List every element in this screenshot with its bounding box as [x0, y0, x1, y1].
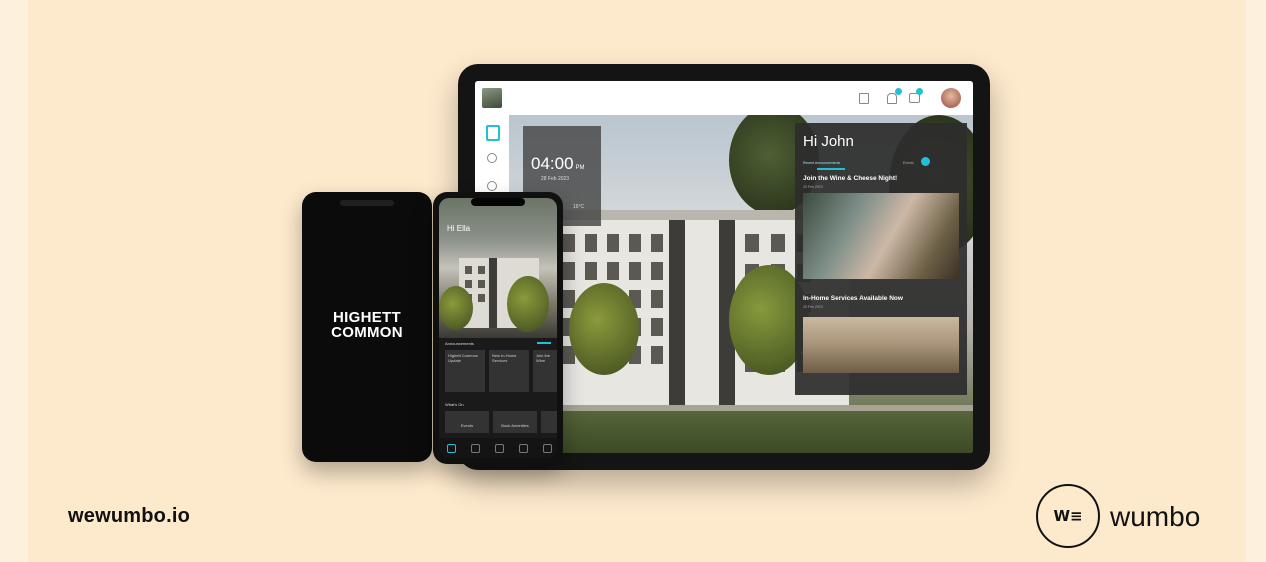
- announcement-title[interactable]: Join the Wine & Cheese Night!: [803, 175, 897, 182]
- search-icon[interactable]: [487, 153, 497, 163]
- in-home-services-photo[interactable]: [803, 317, 959, 373]
- avatar[interactable]: [941, 88, 961, 108]
- amenities-nav-icon[interactable]: [471, 444, 480, 453]
- tab-announcements[interactable]: Recent Announcements: [803, 161, 840, 165]
- notification-badge: [895, 88, 902, 95]
- announcement-tile[interactable]: New In-Home Services: [489, 350, 529, 392]
- announcement-title[interactable]: In-Home Services Available Now: [803, 295, 903, 302]
- messages-nav-icon[interactable]: [519, 444, 528, 453]
- building-logo-icon[interactable]: [482, 88, 502, 108]
- home-nav-icon[interactable]: [447, 444, 456, 453]
- wumbo-logo-mark: W≡: [1053, 507, 1083, 525]
- events-action[interactable]: Events: [445, 411, 489, 433]
- whats-on-heading: What's On: [445, 402, 464, 407]
- settings-icon[interactable]: [487, 181, 497, 191]
- wine-night-photo[interactable]: [803, 193, 959, 279]
- lawn: [509, 411, 973, 453]
- brand-line-2: COMMON: [331, 324, 403, 341]
- announcement-tile[interactable]: Highett Common Update: [445, 350, 485, 392]
- phone-notch: [471, 198, 525, 206]
- tab-events[interactable]: Events: [903, 161, 914, 165]
- phone-greeting: Hi Ella: [447, 224, 471, 233]
- phone-splash-device: HIGHETT COMMON: [302, 192, 432, 462]
- clock-date: 28 Feb 2023: [541, 176, 570, 182]
- events-action-label: Events: [460, 423, 474, 428]
- phone-notch: [340, 200, 394, 206]
- view-all-link[interactable]: [537, 342, 551, 344]
- bottom-nav: [439, 438, 557, 458]
- tree: [569, 283, 639, 375]
- phone-app-device: Hi Ella Announcements Highett Common Upd…: [433, 192, 563, 464]
- announcement-tile[interactable]: Join the Wine: [533, 350, 557, 392]
- announcement-date: 20 Feb 2023: [803, 305, 823, 309]
- tab-active-underline: [817, 168, 845, 170]
- book-amenities-action-label: Book Amenities: [501, 423, 529, 428]
- path: [509, 405, 973, 411]
- brand-wordmark: HIGHETT COMMON: [302, 310, 432, 340]
- profile-nav-icon[interactable]: [543, 444, 552, 453]
- calendar-icon[interactable]: [859, 93, 869, 104]
- phone-hero-photo: [439, 198, 557, 338]
- message-badge: [916, 88, 923, 95]
- book-amenities-action[interactable]: Book Amenities: [493, 411, 537, 433]
- clock-time: 04:00 PM: [531, 154, 585, 173]
- welcome-card: Hi John Recent Announcements Events Join…: [795, 123, 967, 395]
- wumbo-wordmark: wumbo: [1110, 501, 1201, 532]
- announcements-heading: Announcements: [445, 341, 474, 346]
- clock-ampm: PM: [575, 165, 585, 171]
- events-badge: [921, 157, 930, 166]
- weather-temp: 16°C: [573, 204, 585, 210]
- announcement-date: 20 Feb 2023: [803, 185, 823, 189]
- phone-app-screen: Hi Ella Announcements Highett Common Upd…: [439, 198, 557, 458]
- home-icon[interactable]: [486, 125, 500, 141]
- wumbo-logo-icon: W≡: [1036, 484, 1100, 548]
- events-nav-icon[interactable]: [495, 444, 504, 453]
- brand-line-1: HIGHETT: [333, 309, 401, 326]
- bell-icon[interactable]: [887, 93, 897, 104]
- greeting: Hi John: [803, 133, 854, 150]
- tablet-top-bar: [475, 81, 973, 115]
- website-url[interactable]: wewumbo.io: [68, 505, 190, 528]
- more-action[interactable]: [541, 411, 557, 433]
